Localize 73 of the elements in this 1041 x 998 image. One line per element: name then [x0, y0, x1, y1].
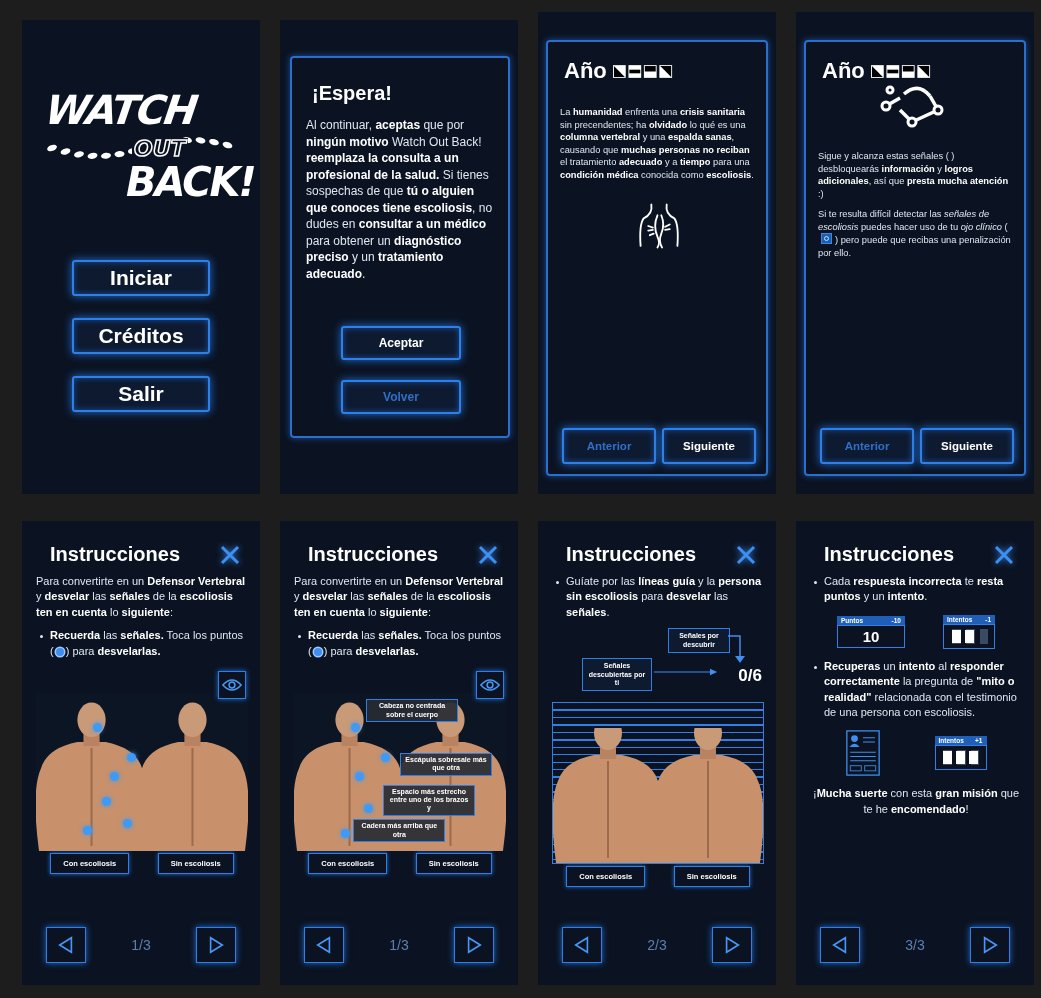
dot-icon — [55, 647, 64, 656]
eye-button[interactable] — [218, 670, 246, 699]
previous-button[interactable] — [304, 927, 344, 963]
screen-title: Instrucciones — [566, 543, 697, 566]
paragraph-text: Si te resulta difícil detectar las señales de escoliosis puedes hacer uso de tu ojo clínico ( ) pero puede que recibas una penalización por ello. — [818, 208, 1012, 260]
screen-title: Instrucciones — [824, 543, 955, 566]
triangle-left-icon — [831, 936, 849, 954]
next-button[interactable] — [970, 927, 1010, 963]
bullet-icon — [814, 665, 817, 669]
next-button[interactable] — [454, 927, 494, 963]
triangle-right-icon — [723, 936, 741, 954]
close-icon[interactable] — [994, 544, 1014, 565]
cipher-glyphs-icon — [612, 64, 673, 78]
eye-icon — [222, 677, 242, 692]
paragraph-text: Guíate por las líneas guía y la persona sin escoliosis para desvelar las señales. — [566, 574, 763, 620]
close-icon[interactable] — [478, 544, 498, 565]
triangle-left-icon — [315, 936, 333, 954]
paragraph-text: Para convertirte en un Defensor Vertebral y desvelar las señales de la escoliosis ten en cuenta lo siguiente: — [36, 574, 247, 620]
page-indicator: 1/3 — [131, 937, 151, 953]
eye-icon — [480, 677, 500, 692]
points-value: 10 — [837, 624, 905, 648]
dialog-title: Año — [822, 58, 865, 84]
next-button[interactable] — [196, 927, 236, 963]
page-indicator: 2/3 — [647, 937, 667, 953]
triangle-right-icon — [465, 936, 483, 954]
menu-button[interactable]: Iniciar — [72, 260, 210, 296]
bullet-icon — [298, 635, 301, 639]
dot-icon — [313, 647, 322, 656]
previous-button[interactable] — [46, 927, 86, 963]
paragraph-text: Al continuar, aceptas que por ningún motivo Watch Out Back! reemplaza la consulta a un profesional de la salud. Si tienes sospechas de que tú o alguien que conoces tiene escoliosis, no dudes en consultar a un médico para obtener un diagnóstico preciso y un tratamiento adecuado. — [306, 117, 494, 283]
previous-button[interactable] — [820, 927, 860, 963]
triangle-left-icon — [573, 936, 591, 954]
paragraph-text: Recuerda las señales. Toca los puntos ( ) para desvelarlas. — [308, 628, 503, 659]
bullet-icon — [556, 581, 559, 584]
eye-button[interactable] — [476, 670, 504, 699]
triangle-left-icon — [57, 936, 75, 954]
screen-title: Instrucciones — [308, 543, 439, 566]
next-button[interactable] — [712, 927, 752, 963]
paragraph-text: Para convertirte en un Defensor Vertebral y desvelar las señales de la escoliosis ten en cuenta lo siguiente: — [294, 574, 505, 620]
paragraph-text: Recuperas un intento al responder correctamente la pregunta de "mito o realidad" relacionada con el testimonio de una persona con escoliosis. — [824, 658, 1018, 720]
spine-back-icon — [636, 203, 682, 250]
paragraph-text: La humanidad enfrenta una crisis sanitaria sin precendentes; ha olvidado lo qué es una columna vertebral y una espalda sanas, causando que muchas personas no reciban el tratamiento adecuado y a tiempo para una condición médica conocida como escoliosis. — [560, 106, 755, 182]
paragraph-text: Recuerda las señales. Toca los puntos ( ) para desvelarlas. — [50, 628, 245, 659]
previous-button[interactable] — [562, 927, 602, 963]
bullet-icon — [40, 635, 43, 639]
arrow — [728, 634, 748, 665]
triangle-right-icon — [207, 936, 225, 954]
logo-word: WATCH — [43, 90, 199, 130]
paragraph-text: ¡Mucha suerte con esta gran misión que te he encomendado! — [811, 786, 1021, 817]
arrow — [654, 667, 718, 678]
signal-counter: 0/6 — [738, 666, 762, 687]
page-indicator: 3/3 — [905, 937, 925, 953]
dialog-title: ¡Espera! — [312, 82, 394, 105]
paragraph-text: Cada respuesta incorrecta te resta puntos y un intento. — [824, 574, 1005, 605]
page-indicator: 1/3 — [389, 937, 409, 953]
cipher-glyphs-icon — [870, 64, 931, 78]
dialog-title: Año — [564, 58, 607, 84]
triangle-right-icon — [981, 936, 999, 954]
close-icon[interactable] — [220, 544, 240, 565]
bullet-icon — [814, 581, 817, 584]
dialog-button[interactable]: Aceptar — [341, 326, 461, 361]
logo-word: BACK! — [126, 162, 255, 202]
profile-card-icon — [845, 730, 880, 777]
close-icon[interactable] — [736, 544, 756, 565]
menu-button[interactable]: Salir — [72, 376, 210, 412]
signal-point[interactable] — [127, 753, 137, 762]
menu-button[interactable]: Créditos — [72, 318, 210, 354]
paragraph-text: Sigue y alcanza estas señales ( ) desbloquearás información y logros adicionales, así que presta mucha atención :) — [818, 150, 1010, 201]
screen-title: Instrucciones — [50, 543, 181, 566]
eye-icon — [821, 233, 832, 245]
nav-button[interactable]: Siguiente — [662, 428, 756, 464]
nav-button[interactable]: Siguiente — [920, 428, 1014, 464]
logo-word: OUT — [132, 138, 188, 160]
